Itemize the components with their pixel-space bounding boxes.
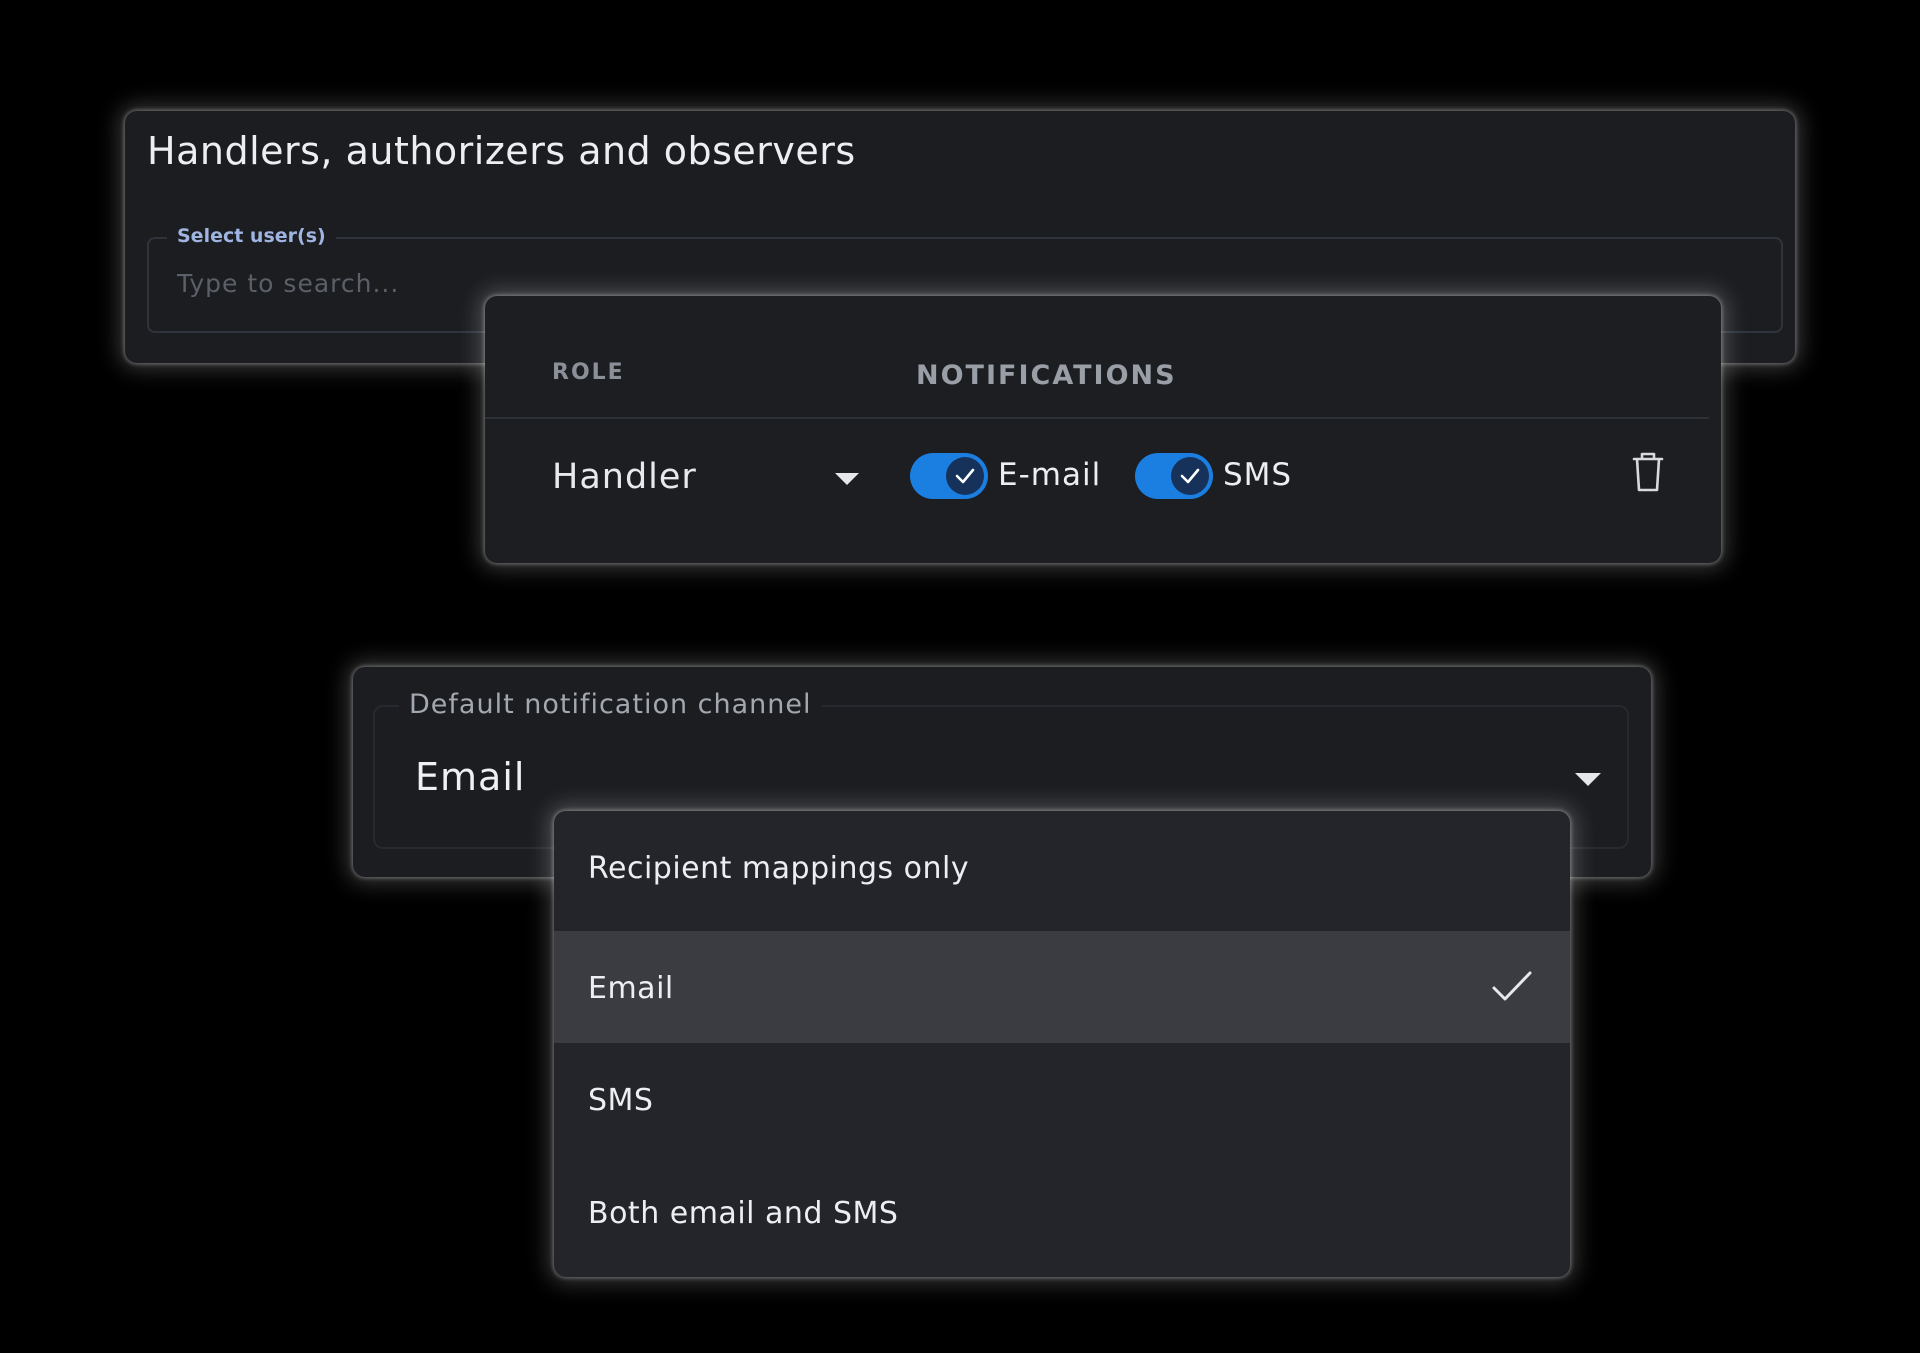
email-toggle-label: E-mail: [998, 457, 1102, 493]
option-label: Email: [588, 971, 674, 1006]
checkmark-icon: [1490, 967, 1534, 1007]
role-value: Handler: [552, 457, 697, 497]
email-notification-toggle[interactable]: E-mail: [910, 451, 1110, 501]
sms-toggle-label: SMS: [1223, 457, 1293, 493]
option-label: Both email and SMS: [588, 1196, 899, 1231]
menu-option-recipient-mappings[interactable]: Recipient mappings only: [554, 811, 1570, 923]
check-icon: [946, 457, 984, 495]
search-input[interactable]: Type to search...: [177, 269, 399, 298]
option-label: Recipient mappings only: [588, 851, 970, 886]
role-select[interactable]: Handler: [552, 451, 859, 511]
trash-icon[interactable]: [1626, 448, 1670, 496]
check-icon: [1171, 457, 1209, 495]
channel-dropdown-menu: Recipient mappings only Email SMS Both e…: [554, 811, 1570, 1277]
menu-option-sms[interactable]: SMS: [554, 1043, 1570, 1155]
default-channel-value: Email: [415, 755, 526, 799]
select-users-label: Select user(s): [167, 225, 336, 247]
chevron-down-icon: [1575, 773, 1601, 786]
sms-notification-toggle[interactable]: SMS: [1135, 451, 1305, 501]
default-channel-label: Default notification channel: [399, 689, 822, 720]
menu-option-both[interactable]: Both email and SMS: [554, 1156, 1570, 1268]
option-label: SMS: [588, 1083, 654, 1118]
table-divider: [485, 417, 1709, 419]
role-table-panel: ROLE NOTIFICATIONS Handler E-mail SMS: [485, 296, 1721, 563]
chevron-down-icon: [835, 473, 859, 485]
panel-title: Handlers, authorizers and observers: [147, 129, 856, 173]
notifications-column-header: NOTIFICATIONS: [916, 360, 1177, 391]
role-column-header: ROLE: [552, 360, 625, 385]
menu-option-email[interactable]: Email: [554, 931, 1570, 1043]
